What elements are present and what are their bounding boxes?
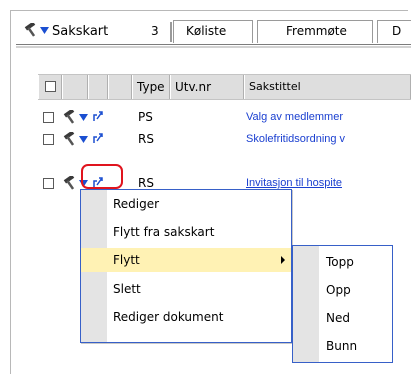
row-checkbox[interactable] [43,178,54,189]
menu-item-flytt[interactable]: Flytt [81,248,291,272]
submenu-item-ned[interactable]: Ned [293,306,392,330]
tab-d-label: D [392,24,402,38]
tab-sakskart-label: Sakskart [52,24,109,39]
annotation-highlight-ring [81,164,123,189]
menu-item-rediger[interactable]: Rediger [81,192,291,216]
dropdown-arrow-icon[interactable] [79,136,88,144]
header-checkbox-cell [38,75,62,99]
row-type: RS [138,132,154,146]
document-arrow-icon[interactable] [93,110,105,122]
table-row[interactable]: PS Valg av medlemmer [38,107,411,128]
header-blank-cell [108,75,132,99]
menu-item-flytt-label: Flytt [113,253,140,267]
grid-header: Type Utv.nr Sakstittel [38,74,411,100]
document-arrow-icon[interactable] [93,132,105,144]
menu-item-flytt-fra-sakskart[interactable]: Flytt fra sakskart [81,220,291,244]
row-checkbox[interactable] [43,112,54,123]
tab-sakskart-count: 3 [151,24,159,38]
dropdown-arrow-icon[interactable] [40,27,49,35]
tab-koliste[interactable]: Køliste [173,20,253,43]
column-header-type[interactable]: Type [132,75,170,99]
submenu-arrow-icon [281,256,285,264]
context-menu: Rediger Flytt fra sakskart Flytt Slett R… [80,189,292,343]
column-header-utvnr[interactable]: Utv.nr [170,75,244,99]
submenu-item-bunn[interactable]: Bunn [293,334,392,358]
select-all-checkbox[interactable] [45,81,56,92]
row-type: PS [138,110,153,124]
submenu-item-opp[interactable]: Opp [293,278,392,302]
tab-d[interactable]: D [377,20,411,43]
row-title-link[interactable]: Valg av medlemmer [244,107,411,128]
tab-separator [170,22,172,42]
dropdown-arrow-icon[interactable] [79,114,88,122]
header-doc-cell [88,75,108,99]
tab-underline [16,44,411,45]
menu-item-rediger-dokument[interactable]: Rediger dokument [81,305,291,329]
header-action-cell [62,75,88,99]
hammer-icon[interactable] [24,23,38,37]
tab-sakskart[interactable]: Sakskart 3 [16,18,170,45]
move-submenu: Topp Opp Ned Bunn [292,245,393,363]
tab-fremmote-label: Fremmøte [286,24,347,38]
tab-fremmote[interactable]: Fremmøte [257,20,373,43]
row-title-link[interactable]: Skolefritidsordning v [244,129,411,150]
tab-underline-shadow [16,46,411,48]
submenu-item-topp[interactable]: Topp [293,250,392,274]
tab-koliste-label: Køliste [186,24,227,38]
hammer-icon[interactable] [63,110,77,124]
row-checkbox[interactable] [43,134,54,145]
menu-item-slett[interactable]: Slett [81,277,291,301]
hammer-icon[interactable] [63,132,77,146]
hammer-icon[interactable] [63,176,77,190]
table-row[interactable]: RS Skolefritidsordning v [38,129,411,150]
column-header-sakstittel[interactable]: Sakstittel [244,75,411,99]
